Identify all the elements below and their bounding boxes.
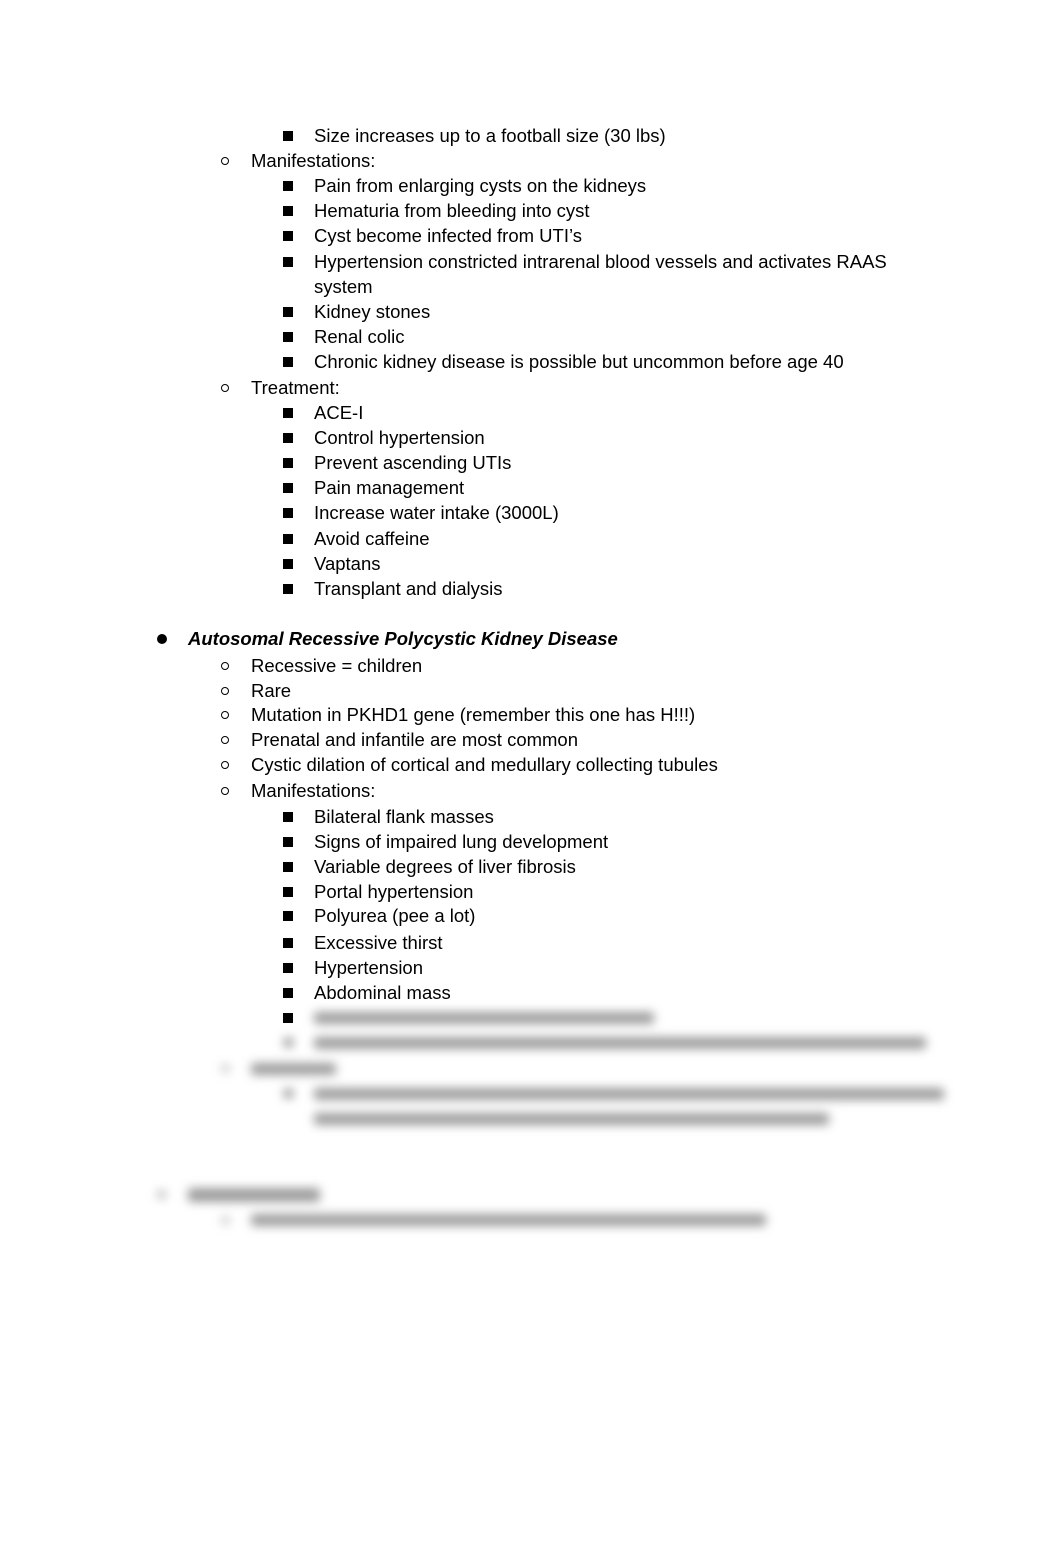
circle-bullet-icon <box>221 687 229 695</box>
square-bullet-icon <box>283 257 293 267</box>
blurred-text-line <box>251 1214 766 1226</box>
square-bullet-icon <box>283 508 293 518</box>
square-bullet-icon <box>283 357 293 367</box>
square-bullet-icon <box>283 332 293 342</box>
square-bullet-icon <box>283 458 293 468</box>
square-bullet-icon <box>283 131 293 141</box>
disc-bullet-icon <box>157 634 167 644</box>
blurred-bullet-icon <box>284 1089 293 1098</box>
blurred-bullet-icon <box>221 1216 230 1225</box>
square-bullet-icon <box>283 559 293 569</box>
circle-bullet-icon <box>221 711 229 719</box>
square-bullet-icon <box>283 534 293 544</box>
square-bullet-icon <box>283 206 293 216</box>
circle-bullet-icon <box>221 736 229 744</box>
circle-bullet-icon <box>221 157 229 165</box>
blurred-text-line <box>314 1113 829 1125</box>
blurred-heading-line <box>188 1188 320 1202</box>
square-bullet-icon <box>283 938 293 948</box>
circle-bullet-icon <box>221 662 229 670</box>
square-bullet-icon <box>283 887 293 897</box>
circle-bullet-icon <box>221 761 229 769</box>
square-bullet-icon <box>283 862 293 872</box>
square-bullet-icon <box>283 181 293 191</box>
square-bullet-icon <box>283 408 293 418</box>
square-bullet-icon <box>283 231 293 241</box>
square-bullet-icon <box>283 483 293 493</box>
circle-bullet-icon <box>221 787 229 795</box>
blurred-bullet-icon <box>284 1038 293 1047</box>
square-bullet-icon <box>283 963 293 973</box>
blurred-text-line <box>314 1037 926 1049</box>
square-bullet-icon <box>283 837 293 847</box>
square-bullet-icon <box>283 307 293 317</box>
square-bullet-icon <box>283 584 293 594</box>
square-bullet-icon <box>283 988 293 998</box>
square-bullet-icon <box>283 812 293 822</box>
blurred-text-line <box>251 1063 336 1075</box>
blurred-text-line <box>314 1088 944 1100</box>
square-bullet-icon <box>283 911 293 921</box>
blurred-content-region <box>0 1000 1062 1240</box>
blurred-bullet-icon <box>157 1190 166 1199</box>
document-page: Size increases up to a football size (30… <box>0 0 1062 1556</box>
blurred-text-line <box>314 1012 654 1024</box>
circle-bullet-icon <box>221 384 229 392</box>
blurred-bullet-icon <box>221 1064 230 1073</box>
square-bullet-icon <box>283 433 293 443</box>
